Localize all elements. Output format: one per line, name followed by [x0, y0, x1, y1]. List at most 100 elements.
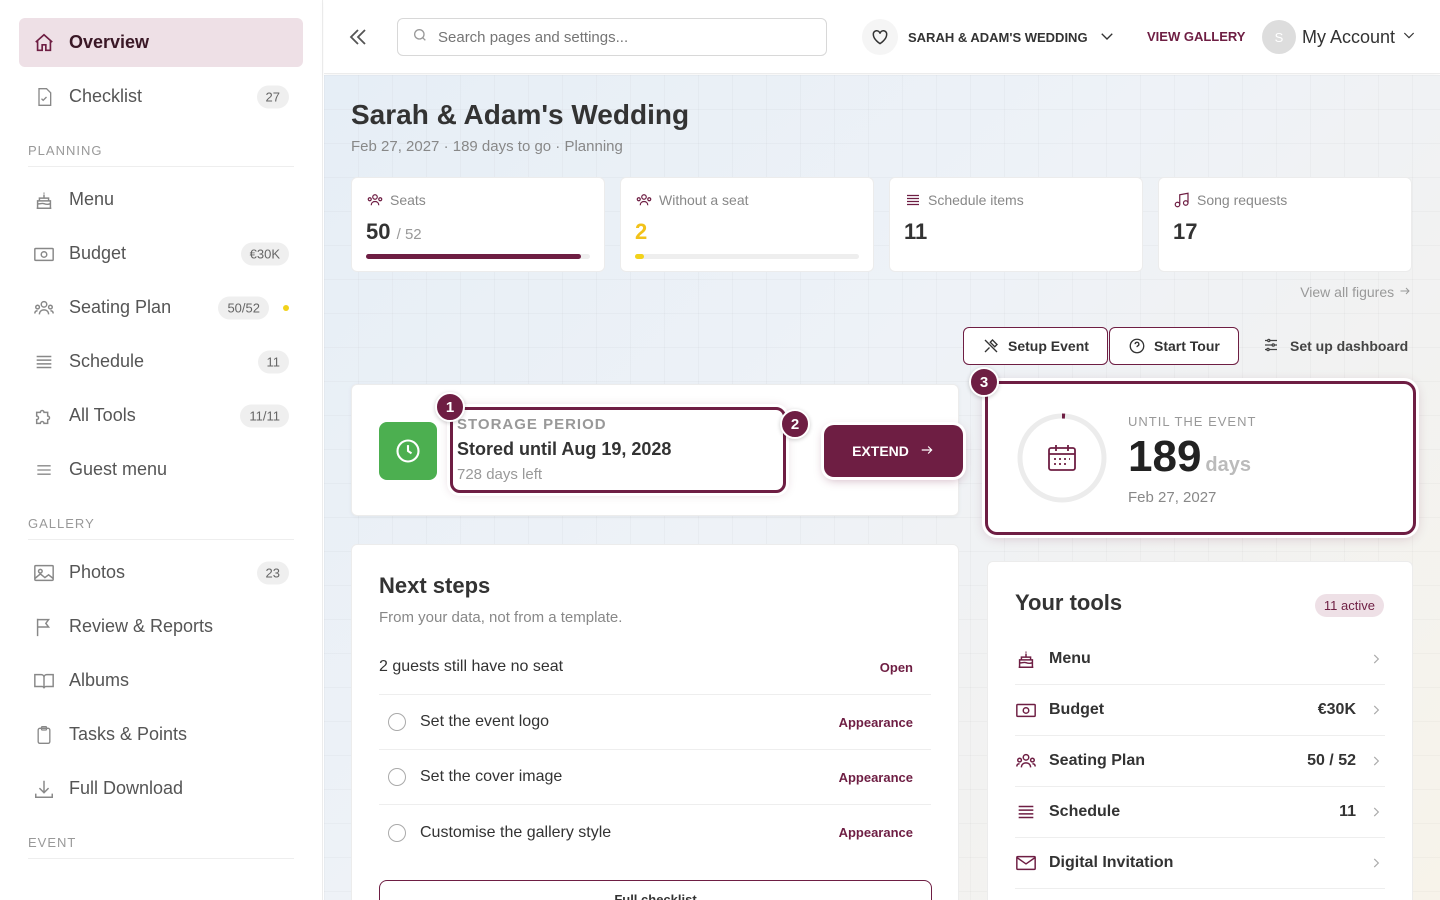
- stat-value: 11: [904, 219, 928, 244]
- tool-row-seating-plan[interactable]: Seating Plan 50 / 52: [1015, 736, 1385, 787]
- sidebar-item-label: Review & Reports: [69, 616, 214, 636]
- account-menu[interactable]: S My Account: [1262, 18, 1417, 56]
- countdown-number: 189 days: [1128, 432, 1251, 482]
- sidebar-item-schedule[interactable]: Schedule 11: [19, 337, 303, 386]
- sidebar-item-overview[interactable]: Overview: [19, 18, 303, 67]
- stat-value: 2: [635, 219, 648, 244]
- progress-fill: [635, 254, 644, 259]
- stat-card-without-seat[interactable]: Without a seat 2: [620, 177, 874, 272]
- help-circle-icon: [1128, 337, 1146, 355]
- sidebar-item-guest-menu[interactable]: Guest menu: [19, 445, 303, 494]
- sidebar-item-tasks-points[interactable]: Tasks & Points: [19, 710, 303, 759]
- button-label: Setup Event: [1008, 338, 1089, 354]
- start-tour-button[interactable]: Start Tour: [1109, 327, 1239, 365]
- countdown-card[interactable]: UNTIL THE EVENT 189 days Feb 27, 2027: [985, 381, 1416, 535]
- cake-icon: [33, 189, 55, 211]
- step-text: Customise the gallery style: [420, 823, 612, 841]
- envelope-icon: [1015, 852, 1037, 874]
- view-all-figures-link[interactable]: View all figures: [1300, 284, 1412, 300]
- stat-value: 50: [366, 219, 391, 244]
- checkbox[interactable]: [388, 768, 406, 786]
- tools-icon: [982, 337, 1000, 355]
- button-label: Set up dashboard: [1290, 338, 1409, 354]
- search-icon: [412, 27, 428, 48]
- people-icon: [366, 191, 384, 209]
- search-box[interactable]: [397, 18, 827, 56]
- event-name: SARAH & ADAM'S WEDDING: [908, 29, 1088, 45]
- setup-event-button[interactable]: Setup Event: [963, 327, 1108, 365]
- stat-card-schedule-items[interactable]: Schedule items 11: [889, 177, 1143, 272]
- full-checklist-button[interactable]: Full checklist: [379, 880, 932, 900]
- step-action-link[interactable]: Open: [880, 660, 913, 675]
- sidebar-item-full-download[interactable]: Full Download: [19, 764, 303, 813]
- sidebar-item-budget[interactable]: Budget €30K: [19, 229, 303, 278]
- people-icon: [635, 191, 653, 209]
- step-action-link[interactable]: Appearance: [839, 825, 913, 840]
- calendar-icon: [1048, 445, 1076, 471]
- section-label-gallery: GALLERY: [28, 516, 294, 540]
- puzzle-icon: [33, 405, 55, 427]
- book-icon: [33, 670, 55, 692]
- heart-icon: [862, 19, 898, 55]
- arrow-right-icon: [1398, 284, 1412, 300]
- step-action-link[interactable]: Appearance: [839, 715, 913, 730]
- sidebar-item-label: Photos: [69, 562, 126, 582]
- sidebar-item-seating-plan[interactable]: Seating Plan 50/52: [19, 283, 303, 332]
- tool-label: Menu: [1049, 650, 1091, 667]
- clock-icon: [379, 422, 437, 480]
- sidebar-item-review-reports[interactable]: Review & Reports: [19, 602, 303, 651]
- view-gallery-link[interactable]: VIEW GALLERY: [1147, 29, 1245, 44]
- countdown-label: UNTIL THE EVENT: [1128, 414, 1257, 429]
- setup-dashboard-button[interactable]: Set up dashboard: [1262, 327, 1408, 365]
- stat-value: 17: [1173, 219, 1198, 244]
- sidebar-item-photos[interactable]: Photos 23: [19, 548, 303, 597]
- tool-row-schedule[interactable]: Schedule 11: [1015, 787, 1385, 838]
- stat-label: Without a seat: [659, 192, 749, 208]
- tool-row-menu[interactable]: Menu: [1015, 634, 1385, 685]
- sidebar-item-label: Albums: [69, 670, 130, 690]
- stat-label: Seats: [390, 192, 426, 208]
- event-date: Feb 27, 2027: [1128, 489, 1217, 506]
- sidebar-item-menu[interactable]: Menu: [19, 175, 303, 224]
- button-label: EXTEND: [852, 443, 909, 459]
- list-icon: [904, 191, 922, 209]
- search-input[interactable]: [438, 28, 798, 46]
- collapse-sidebar-button[interactable]: [346, 24, 370, 50]
- music-note-icon: [1173, 191, 1191, 209]
- your-tools-card: Your tools 11 active Menu Budget €30K Se…: [987, 561, 1413, 900]
- step-row[interactable]: Set the event logo Appearance: [379, 695, 931, 750]
- sidebar: Overview Checklist 27 PLANNING Menu Budg…: [0, 0, 323, 900]
- top-bar: SARAH & ADAM'S WEDDING VIEW GALLERY S My…: [324, 0, 1440, 74]
- clipboard-icon: [33, 724, 55, 746]
- chevron-right-icon: [1369, 805, 1383, 819]
- step-row[interactable]: Set the cover image Appearance: [379, 750, 931, 805]
- stat-card-seats[interactable]: Seats 50 / 52: [351, 177, 605, 272]
- sidebar-item-label: All Tools: [69, 405, 136, 425]
- checkbox[interactable]: [388, 823, 406, 842]
- sidebar-item-albums[interactable]: Albums: [19, 656, 303, 705]
- next-steps-card: Next steps From your data, not from a te…: [351, 544, 959, 900]
- hamburger-icon: [33, 459, 55, 481]
- checkbox[interactable]: [388, 713, 406, 731]
- button-label: Start Tour: [1154, 338, 1220, 354]
- tool-row-digital-invitation[interactable]: Digital Invitation: [1015, 838, 1385, 889]
- extend-button[interactable]: EXTEND: [824, 425, 963, 477]
- event-selector[interactable]: SARAH & ADAM'S WEDDING: [862, 18, 1116, 56]
- tool-row-budget[interactable]: Budget €30K: [1015, 685, 1385, 736]
- tour-step-badge-3: 3: [969, 367, 999, 397]
- chevron-down-icon: [1401, 27, 1417, 48]
- sidebar-item-checklist[interactable]: Checklist 27: [19, 72, 303, 121]
- step-row[interactable]: 2 guests still have no seat Open: [379, 640, 931, 695]
- money-icon: [33, 243, 55, 265]
- chevron-right-icon: [1369, 652, 1383, 666]
- tour-step-badge-1: 1: [435, 392, 465, 422]
- section-label-planning: PLANNING: [28, 143, 294, 167]
- sidebar-item-label: Overview: [69, 32, 150, 52]
- sidebar-item-all-tools[interactable]: All Tools 11/11: [19, 391, 303, 440]
- storage-period-highlight[interactable]: STORAGE PERIOD Stored until Aug 19, 2028…: [450, 407, 786, 493]
- step-action-link[interactable]: Appearance: [839, 770, 913, 785]
- flag-icon: [33, 616, 55, 638]
- sidebar-item-label: Checklist: [69, 86, 143, 106]
- stat-card-song-requests[interactable]: Song requests 17: [1158, 177, 1412, 272]
- step-row[interactable]: Customise the gallery style Appearance: [379, 805, 931, 860]
